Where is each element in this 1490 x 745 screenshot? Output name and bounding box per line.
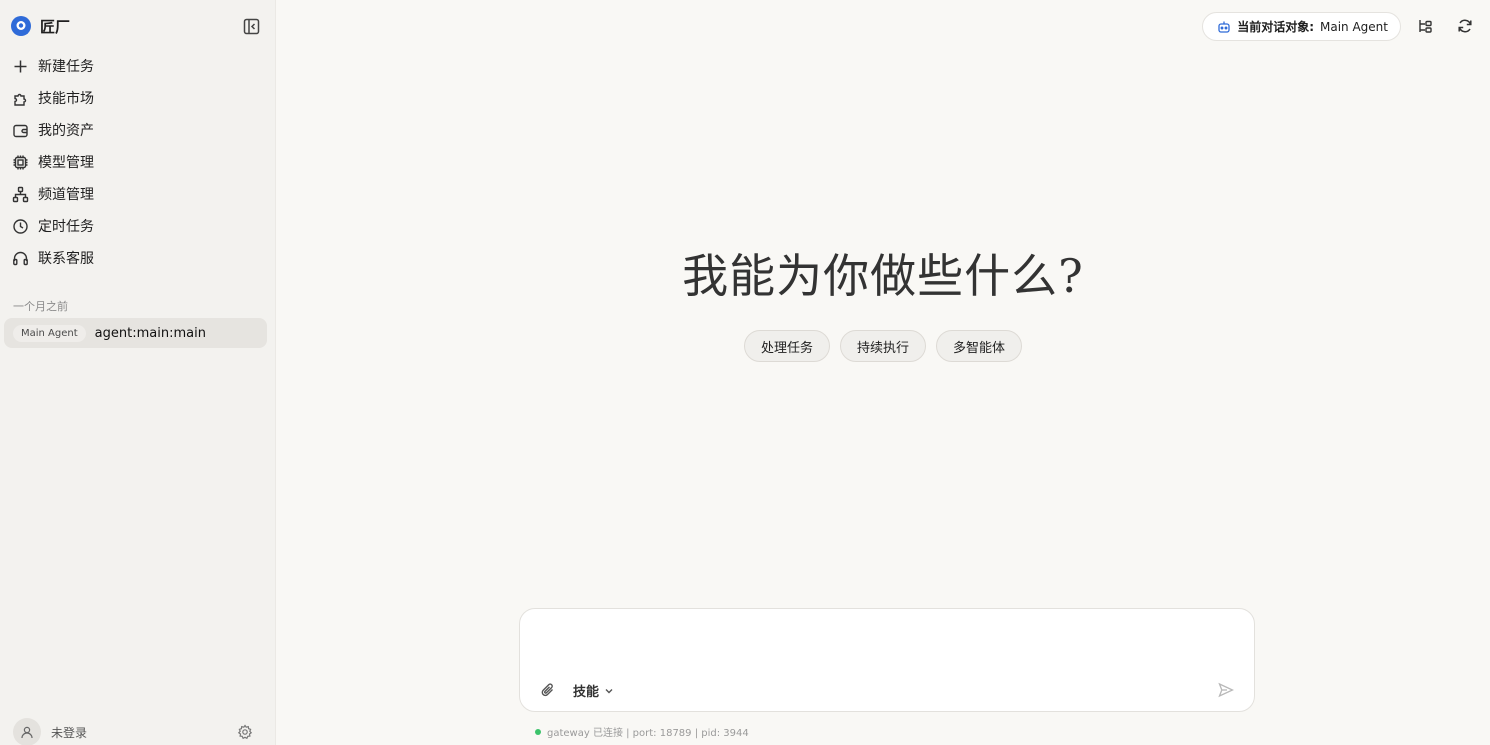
sidebar-item-label: 联系客服 [38,251,94,267]
avatar [13,718,41,745]
sidebar-item-skill-market[interactable]: 技能市场 [4,82,268,114]
history-section-label: 一个月之前 [13,300,68,313]
refresh-icon [1458,19,1472,33]
robot-icon [1218,21,1230,33]
skill-selector-label: 技能 [573,685,600,700]
status-dot [535,728,541,735]
sidebar-item-label: 我的资产 [38,123,94,139]
current-agent-label: 当前对话对象: [1237,20,1315,34]
sidebar-item-channel-management[interactable]: 频道管理 [4,178,268,210]
message-composer: 技能 [519,608,1255,712]
sidebar-item-new-task[interactable]: 新建任务 [4,50,268,82]
sidebar-item-label: 频道管理 [38,187,94,203]
sidebar: 匠厂 新建任务 技能市场 我的资产 模型管理 频道管理 定时任务 联系客服 一个… [0,0,276,745]
chip-multi-agent[interactable]: 多智能体 [936,330,1023,362]
sidebar-item-my-assets[interactable]: 我的资产 [4,114,268,146]
hero-heading: 我能为你做些什么? [682,249,1084,303]
refresh-button[interactable] [1455,16,1475,36]
user-icon [21,726,33,739]
puzzle-icon [14,93,27,106]
logo-icon [11,16,31,36]
session-agent-badge: Main Agent [13,324,86,342]
sidebar-item-label: 定时任务 [38,219,94,235]
tree-view-button[interactable] [1415,16,1435,36]
chip-icon [13,155,28,169]
sidebar-item-label: 技能市场 [38,91,94,107]
brand-name: 匠厂 [40,17,71,36]
send-icon[interactable] [1218,682,1234,698]
plus-icon [14,60,27,72]
skill-selector[interactable]: 技能 [573,681,614,700]
sidebar-item-scheduled-tasks[interactable]: 定时任务 [4,210,268,242]
headset-icon [13,251,28,265]
sidebar-item-label: 新建任务 [38,59,94,75]
paperclip-icon[interactable] [540,682,556,698]
sidebar-item-label: 模型管理 [38,155,94,171]
chevron-down-icon [605,688,613,693]
gateway-status-text: gateway 已连接 | port: 18789 | pid: 3944 [547,728,749,739]
user-profile[interactable]: 未登录 [13,718,87,745]
sidebar-item-contact-support[interactable]: 联系客服 [4,242,268,274]
app-window: 匠厂 新建任务 技能市场 我的资产 模型管理 频道管理 定时任务 联系客服 一个… [0,0,1490,745]
sidebar-nav: 新建任务 技能市场 我的资产 模型管理 频道管理 定时任务 联系客服 [4,50,268,274]
main-area: 当前对话对象: Main Agent 我能为你做些什么? 处理任务 持续执行 多… [276,0,1490,745]
current-agent-selector[interactable]: 当前对话对象: Main Agent [1202,12,1401,41]
clock-icon [13,218,28,234]
sidebar-collapse-button[interactable] [240,15,262,37]
gear-icon[interactable] [237,724,253,740]
message-input[interactable] [536,621,1236,667]
tree-structure-icon [1419,20,1432,33]
current-agent-name: Main Agent [1320,19,1388,34]
sidebar-item-model-management[interactable]: 模型管理 [4,146,268,178]
gateway-status: gateway 已连接 | port: 18789 | pid: 3944 [535,724,749,739]
chip-continuous-execution[interactable]: 持续执行 [839,330,926,362]
session-title: agent:main:main [94,325,206,341]
network-icon [12,186,29,202]
sidebar-collapse-icon [243,18,259,34]
session-item[interactable]: Main Agent agent:main:main [4,318,267,348]
brand[interactable]: 匠厂 [10,14,70,38]
user-name: 未登录 [51,725,88,740]
wallet-icon [13,124,28,137]
suggestion-chips: 处理任务 持续执行 多智能体 [276,330,1490,362]
chip-process-task[interactable]: 处理任务 [743,330,830,362]
